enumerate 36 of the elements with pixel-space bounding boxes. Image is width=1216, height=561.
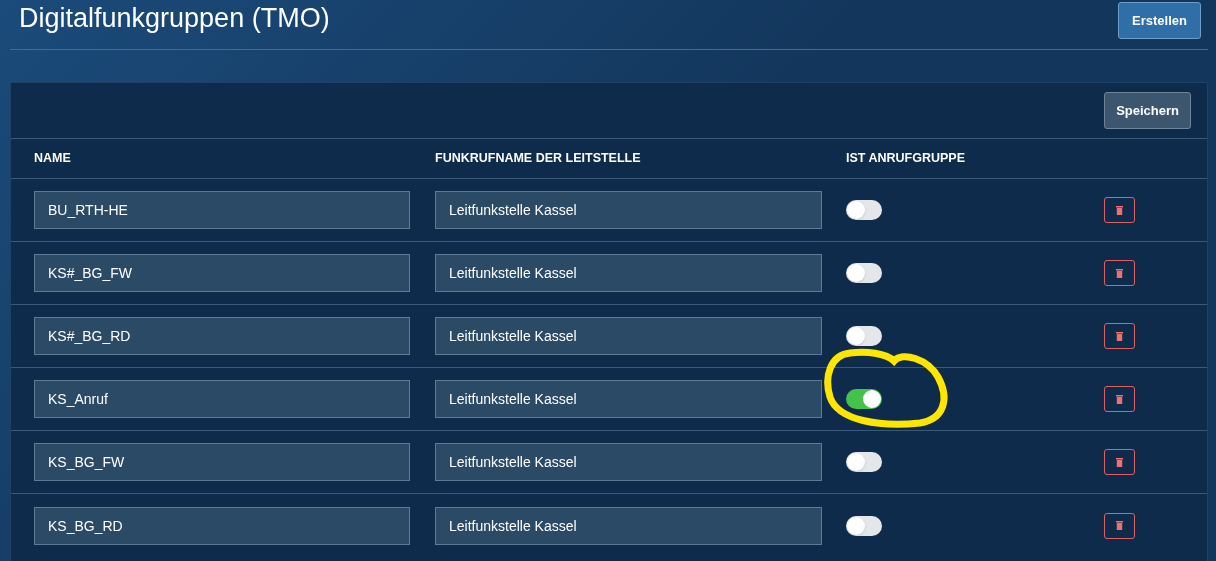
trash-icon [1116,205,1123,215]
delete-button[interactable] [1104,197,1135,223]
trash-icon [1116,268,1123,278]
name-field[interactable]: BU_RTH-HE [34,191,410,229]
trash-icon [1116,394,1123,404]
trash-icon [1116,521,1123,530]
name-field[interactable]: KS#_BG_FW [34,254,410,292]
toggle-switch[interactable] [846,515,882,536]
delete-button[interactable] [1104,386,1135,412]
name-field[interactable]: KS_BG_FW [34,443,410,481]
save-button[interactable]: Speichern [1104,92,1191,129]
call-sign-field[interactable]: Leitfunkstelle Kassel [435,191,822,229]
column-header: NAME [34,151,71,166]
trash-icon [1116,331,1123,341]
call-sign-field[interactable]: Leitfunkstelle Kassel [435,254,822,292]
toggle-switch[interactable] [846,263,882,283]
name-field[interactable]: KS_BG_RD [34,506,410,545]
toggle-switch[interactable] [846,452,882,472]
call-sign-field[interactable]: Leitfunkstelle Kassel [435,380,822,418]
column-header: IST ANRUFGRUPPE [846,151,965,166]
name-field[interactable]: KS#_BG_RD [34,317,410,355]
column-header: FUNKRUFNAME DER LEITSTELLE [435,151,641,166]
name-field[interactable]: KS_Anruf [34,380,410,418]
page-title: Digitalfunkgruppen (TMO) [19,2,330,35]
toggle-switch[interactable] [846,200,882,220]
call-sign-field[interactable]: Leitfunkstelle Kassel [435,317,822,355]
call-sign-field[interactable]: Leitfunkstelle Kassel [435,443,822,481]
toggle-switch[interactable] [846,326,882,346]
trash-icon [1116,457,1123,467]
delete-button[interactable] [1104,260,1135,286]
delete-button[interactable] [1104,323,1135,349]
toggle-switch[interactable] [846,389,882,409]
delete-button[interactable] [1104,512,1135,539]
create-button[interactable]: Erstellen [1118,2,1201,39]
delete-button[interactable] [1104,449,1135,475]
call-sign-field[interactable]: Leitfunkstelle Kassel [435,506,822,545]
